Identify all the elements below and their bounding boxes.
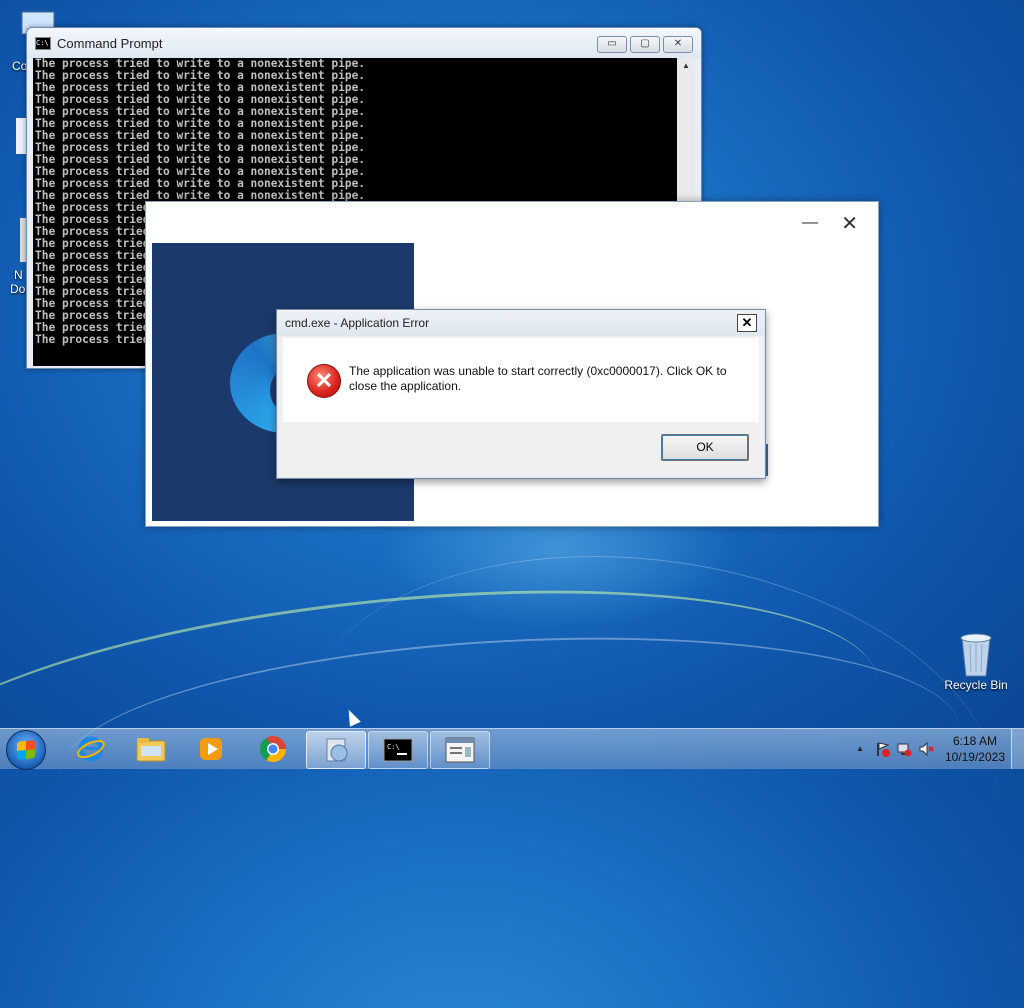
taskbar-setup-app[interactable] bbox=[306, 731, 366, 769]
recycle-bin[interactable]: Recycle Bin bbox=[940, 630, 1012, 692]
recycle-bin-icon bbox=[960, 633, 992, 677]
application-error-dialog[interactable]: cmd.exe - Application Error ✕ ✕ The appl… bbox=[276, 309, 766, 479]
dialog-body: ✕ The application was unable to start co… bbox=[283, 338, 759, 422]
cmd-icon: C:\ bbox=[35, 36, 51, 50]
show-desktop-button[interactable] bbox=[1011, 729, 1024, 769]
volume-muted-icon[interactable] bbox=[918, 741, 934, 757]
close-button[interactable]: ✕ bbox=[663, 36, 693, 53]
windows-logo-icon bbox=[17, 740, 35, 760]
ok-button[interactable]: OK bbox=[661, 434, 749, 461]
setup-titlebar[interactable]: — ✕ bbox=[146, 202, 878, 242]
taskbar: C:\ ▲ 6:18 AM 10/19/2023 bbox=[0, 728, 1024, 770]
taskbar-chrome[interactable] bbox=[244, 731, 302, 767]
minimize-button[interactable]: ▭ bbox=[597, 36, 627, 53]
cmd-icon: C:\ bbox=[383, 738, 413, 762]
taskbar-internet-explorer[interactable] bbox=[62, 731, 120, 767]
taskbar-windows-explorer[interactable] bbox=[122, 731, 180, 767]
taskbar-window-app[interactable] bbox=[430, 731, 490, 769]
minimize-button[interactable]: — bbox=[802, 214, 818, 232]
maximize-button[interactable]: ▢ bbox=[630, 36, 660, 53]
error-message: The application was unable to start corr… bbox=[349, 364, 727, 393]
document-desktop-icon[interactable] bbox=[16, 118, 26, 154]
recycle-bin-label: Recycle Bin bbox=[944, 678, 1008, 692]
show-hidden-icons-icon[interactable]: ▲ bbox=[852, 741, 868, 757]
media-player-icon bbox=[200, 738, 222, 760]
start-button[interactable] bbox=[6, 730, 46, 770]
close-button[interactable]: ✕ bbox=[841, 211, 858, 236]
close-button[interactable]: ✕ bbox=[737, 314, 757, 332]
clock-date: 10/19/2023 bbox=[944, 750, 1005, 764]
application-window-icon bbox=[445, 737, 475, 763]
clock[interactable]: 6:18 AM 10/19/2023 bbox=[945, 733, 1005, 765]
folder-icon bbox=[136, 738, 166, 762]
setup-installer-icon bbox=[326, 738, 348, 762]
error-icon: ✕ bbox=[307, 364, 341, 398]
desktop-icon-label: Do bbox=[10, 282, 26, 296]
chrome-icon bbox=[259, 736, 287, 763]
action-center-flag-icon[interactable] bbox=[874, 741, 890, 757]
system-tray: ▲ 6:18 AM 10/19/2023 bbox=[849, 729, 1024, 769]
scroll-up-icon[interactable]: ▲ bbox=[677, 58, 695, 74]
network-icon[interactable] bbox=[896, 741, 912, 757]
dialog-title: cmd.exe - Application Error bbox=[285, 316, 430, 330]
internet-explorer-icon bbox=[77, 736, 105, 762]
clock-time: 6:18 AM bbox=[952, 734, 997, 748]
taskbar-media-player[interactable] bbox=[182, 731, 240, 767]
svg-text:C:\: C:\ bbox=[387, 743, 400, 751]
dialog-titlebar[interactable]: cmd.exe - Application Error ✕ bbox=[277, 310, 765, 336]
taskbar-command-prompt[interactable]: C:\ bbox=[368, 731, 428, 769]
desktop-icon-label: N bbox=[14, 268, 23, 282]
command-prompt-title: Command Prompt bbox=[57, 35, 163, 51]
